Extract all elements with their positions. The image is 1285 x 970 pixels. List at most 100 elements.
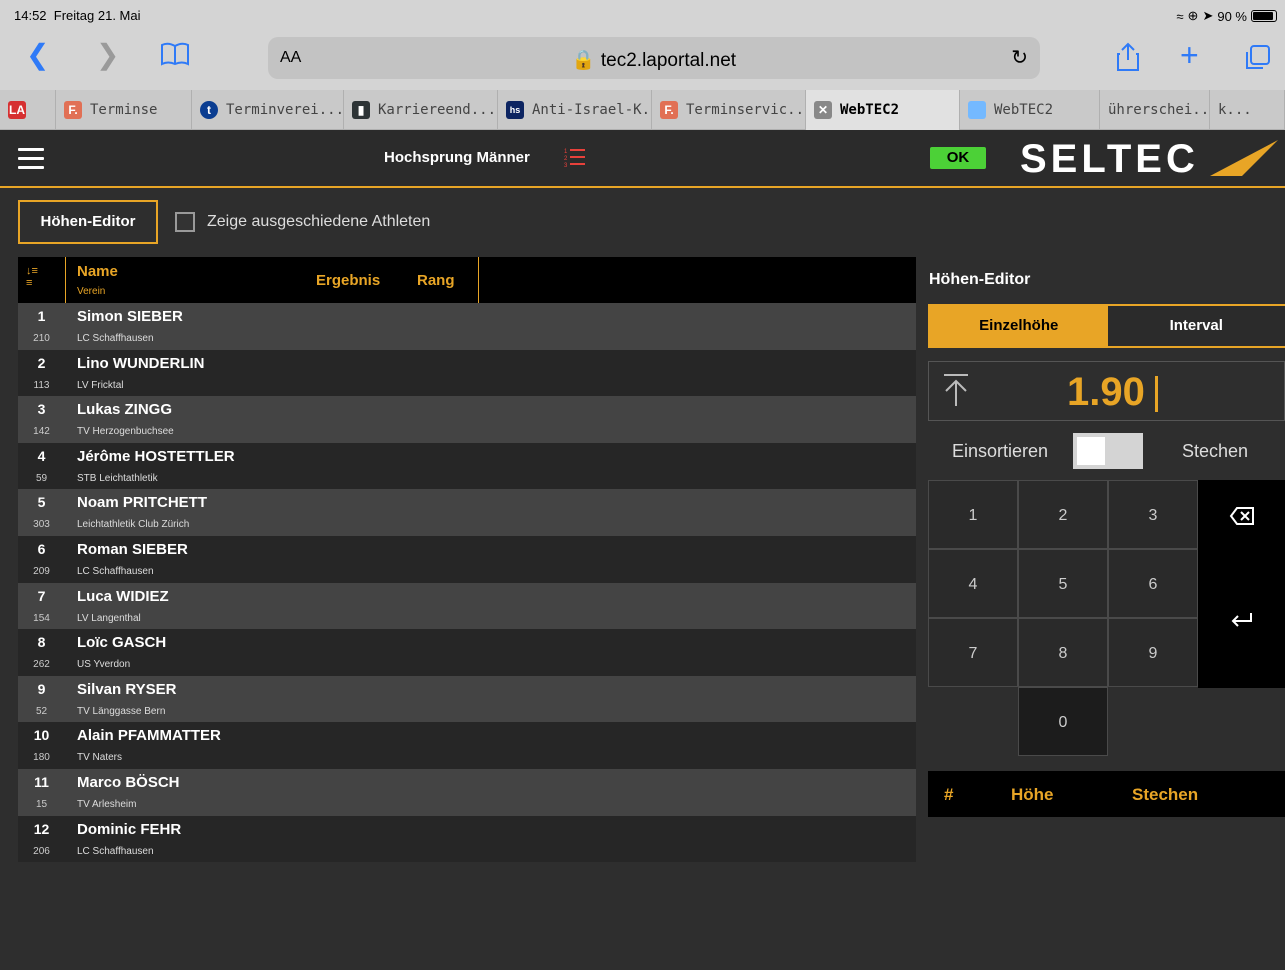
athlete-rank-number: 4: [37, 447, 46, 464]
tab-label: WebTEC2: [994, 102, 1054, 118]
share-icon[interactable]: [1116, 42, 1140, 78]
reload-icon[interactable]: ↻: [1011, 45, 1028, 70]
athlete-rank-number: 11: [34, 773, 49, 790]
hist-col-stechen: Stechen: [1132, 785, 1199, 804]
menu-icon[interactable]: [18, 148, 44, 169]
doc-favicon-icon: [968, 101, 986, 119]
backspace-icon: [1229, 506, 1254, 525]
einsortieren-stechen-toggle[interactable]: [1073, 433, 1143, 469]
athlete-club: STB Leichtathletik: [77, 472, 158, 484]
header-rang[interactable]: Rang: [417, 272, 455, 289]
text-caret: [1155, 376, 1158, 412]
svg-text:SELTEC: SELTEC: [1020, 138, 1199, 178]
tabs-overview-icon[interactable]: [1244, 44, 1272, 78]
tab-label: Terminse: [90, 102, 158, 118]
table-header: ↓≡ ≡ Name Verein Ergebnis Rang: [18, 257, 916, 303]
athlete-club: LC Schaffhausen: [77, 565, 154, 577]
show-eliminated-checkbox[interactable]: [175, 212, 195, 232]
enter-key[interactable]: [1198, 549, 1285, 688]
column-divider: [478, 257, 479, 303]
hoehen-editor-button[interactable]: Höhen-Editor: [18, 200, 158, 244]
header-name[interactable]: Name: [77, 263, 118, 280]
athlete-rank-number: 9: [37, 680, 46, 697]
tab-1[interactable]: F. Terminse: [56, 90, 192, 130]
forward-icon[interactable]: ❯: [96, 40, 119, 70]
athlete-bib: 52: [35, 705, 48, 717]
backspace-key[interactable]: [1198, 480, 1285, 549]
table-row[interactable]: 7 154 Luca WIDIEZ LV Langenthal: [18, 582, 916, 630]
tab-8[interactable]: ührerschei...: [1100, 90, 1210, 130]
app-header: Hochsprung Männer 1 2 3 OK SELTEC: [0, 130, 1285, 188]
ok-status-badge: OK: [930, 147, 986, 169]
status-icons: ≈ ⊕ ➤ 90 %: [1176, 8, 1277, 24]
athlete-club: LC Schaffhausen: [77, 333, 154, 344]
table-row[interactable]: 6 209 Roman SIEBER LC Schaffhausen: [18, 535, 916, 583]
key-1[interactable]: 1: [928, 480, 1018, 549]
table-row[interactable]: 12 206 Dominic FEHR LC Schaffhausen: [18, 815, 916, 863]
tab-label: Karriereend...: [378, 102, 497, 118]
height-input[interactable]: 1.90: [928, 361, 1285, 421]
athlete-bib: 262: [33, 659, 50, 671]
key-8[interactable]: 8: [1018, 618, 1108, 687]
table-row[interactable]: 3 142 Lukas ZINGG TV Herzogenbuchsee: [18, 396, 916, 443]
tab-4[interactable]: hs Anti-Israel-K...: [498, 90, 652, 130]
athlete-club: TV Länggasse Bern: [77, 705, 166, 717]
key-7[interactable]: 7: [928, 618, 1018, 687]
arrow-to-top-icon: [944, 374, 968, 406]
bookmarks-icon[interactable]: [160, 42, 190, 72]
table-row[interactable]: 9 52 Silvan RYSER TV Länggasse Bern: [18, 675, 916, 723]
tab-2[interactable]: t Terminverei...: [192, 90, 344, 130]
browser-toolbar: ❮ ❯ AA 🔒 tec2.laportal.net ↻ +: [0, 28, 1285, 90]
tab-3[interactable]: ▮ Karriereend...: [344, 90, 498, 130]
heights-list-header: # Höhe Stechen: [928, 771, 1285, 817]
athlete-name: Dominic FEHR: [77, 820, 182, 838]
athlete-bib: 206: [33, 845, 50, 857]
close-tab-icon[interactable]: ✕: [814, 101, 832, 119]
tab-9[interactable]: k...: [1210, 90, 1285, 130]
tab-5[interactable]: F. Terminservic...: [652, 90, 806, 130]
new-tab-icon[interactable]: +: [1180, 39, 1199, 71]
athlete-rank-number: 8: [37, 634, 46, 651]
table-row[interactable]: 10 180 Alain PFAMMATTER TV Naters: [18, 722, 916, 769]
svg-text:1: 1: [564, 149, 568, 155]
key-2[interactable]: 2: [1018, 480, 1108, 549]
lock-rotation-icon: ⊕: [1187, 8, 1199, 23]
tab-label: ührerschei...: [1108, 102, 1210, 118]
tab-0[interactable]: LA: [0, 90, 56, 130]
key-6[interactable]: 6: [1108, 549, 1198, 618]
f-favicon-icon: F.: [64, 101, 82, 119]
table-row[interactable]: 2 113 Lino WUNDERLIN LV Fricktal: [18, 349, 916, 397]
key-9[interactable]: 9: [1108, 618, 1198, 687]
tab-label: Terminverei...: [226, 102, 344, 118]
height-value: 1.90: [1067, 370, 1145, 414]
table-row[interactable]: 11 15 Marco BÖSCH TV Arlesheim: [18, 768, 916, 816]
browser-tabs: LA F. Terminse t Terminverei... ▮ Karrie…: [0, 90, 1285, 130]
key-5[interactable]: 5: [1018, 549, 1108, 618]
key-3[interactable]: 3: [1108, 480, 1198, 549]
back-icon[interactable]: ❮: [26, 40, 49, 70]
key-4[interactable]: 4: [928, 549, 1018, 618]
athlete-bib: 210: [33, 333, 50, 344]
list-ranking-icon[interactable]: 1 2 3: [564, 146, 586, 168]
address-bar[interactable]: AA 🔒 tec2.laportal.net ↻: [268, 37, 1040, 79]
hist-col-hoehe: Höhe: [1011, 785, 1054, 804]
athlete-club: LV Langenthal: [77, 612, 141, 624]
athlete-rank-number: 3: [37, 401, 46, 418]
key-0[interactable]: 0: [1018, 687, 1108, 756]
athlete-bib: 142: [33, 426, 50, 438]
header-ergebnis[interactable]: Ergebnis: [316, 272, 380, 289]
tab-interval[interactable]: Interval: [1107, 306, 1285, 346]
sort-icon[interactable]: ↓≡ ≡: [26, 265, 46, 295]
table-row[interactable]: 4 59 Jérôme HOSTETTLER STB Leichtathletik: [18, 442, 916, 490]
tab-7[interactable]: WebTEC2: [960, 90, 1100, 130]
tab-einzelhoehe[interactable]: Einzelhöhe: [930, 306, 1108, 346]
athlete-name: Alain PFAMMATTER: [77, 727, 221, 745]
table-row[interactable]: 1 210 Simon SIEBER LC Schaffhausen: [18, 303, 916, 350]
svg-text:3: 3: [564, 163, 568, 168]
header-verein: Verein: [77, 286, 106, 297]
table-row[interactable]: 5 303 Noam PRITCHETT Leichtathletik Club Zü…: [18, 489, 916, 536]
table-row[interactable]: 8 262 Loïc GASCH US Yverdon: [18, 629, 916, 676]
tab-webtec2-active[interactable]: ✕ WebTEC2: [806, 90, 960, 130]
editor-title: Höhen-Editor: [929, 271, 1031, 288]
show-eliminated-label[interactable]: Zeige ausgeschiedene Athleten: [207, 213, 430, 231]
